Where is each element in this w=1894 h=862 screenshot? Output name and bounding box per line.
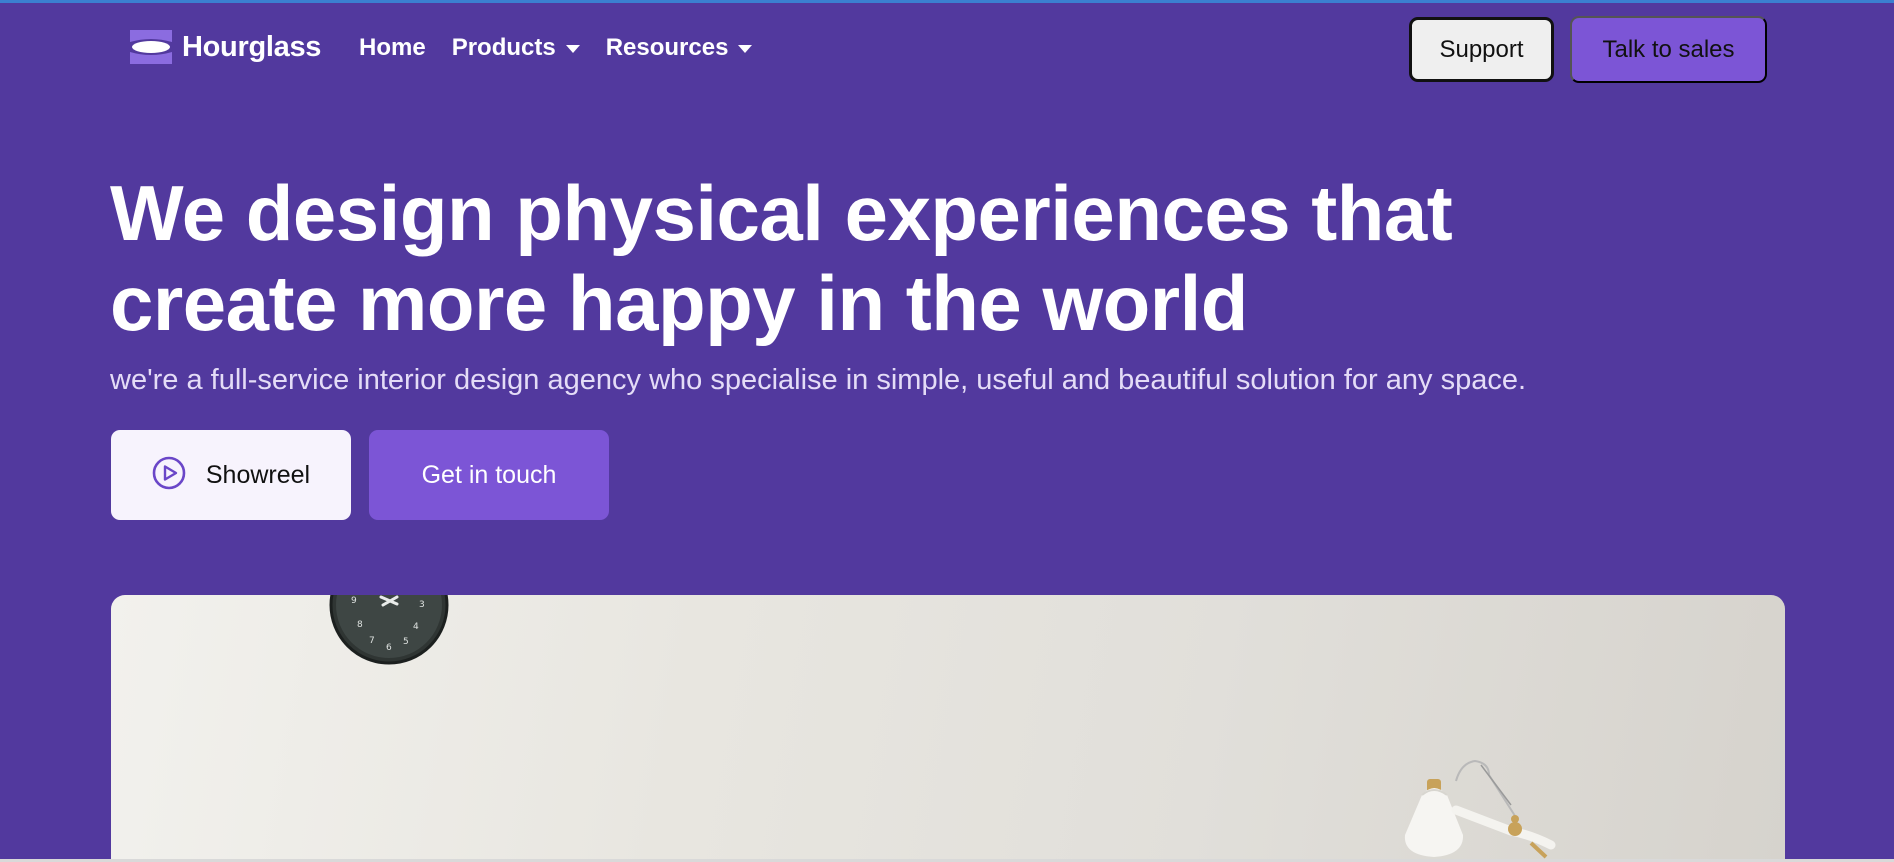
brand[interactable]: Hourglass <box>128 28 321 66</box>
support-button[interactable]: Support <box>1409 17 1554 82</box>
nav-links: Home Products Resources <box>359 34 778 62</box>
nav-link-home-label: Home <box>359 34 426 61</box>
nav-link-products-label: Products <box>451 34 556 61</box>
hero-title-line-1: We design physical experiences that <box>110 169 1453 257</box>
nav-link-products[interactable]: Products <box>452 34 580 62</box>
play-circle-icon <box>152 456 186 495</box>
showreel-label: Showreel <box>205 460 311 489</box>
svg-text:3: 3 <box>419 600 425 610</box>
hourglass-logo-icon <box>128 28 174 66</box>
svg-text:4: 4 <box>413 622 419 632</box>
svg-text:8: 8 <box>357 620 363 630</box>
desk-lamp <box>1404 759 1556 859</box>
showreel-button[interactable]: Showreel <box>111 430 351 520</box>
chevron-down-icon <box>738 45 753 53</box>
hero-image: 9 3 6 8 4 7 5 <box>111 595 1785 862</box>
nav-link-resources-label: Resources <box>605 34 729 61</box>
wall-clock: 9 3 6 8 4 7 5 <box>329 595 449 665</box>
hero-subtitle: we're a full-service interior design age… <box>110 364 1527 396</box>
svg-text:5: 5 <box>403 637 409 647</box>
svg-text:9: 9 <box>351 596 357 606</box>
brand-name: Hourglass <box>182 30 322 63</box>
talk-to-sales-button[interactable]: Talk to sales <box>1570 16 1767 83</box>
get-in-touch-button[interactable]: Get in touch <box>369 430 609 520</box>
svg-text:6: 6 <box>386 643 392 653</box>
svg-text:7: 7 <box>369 636 375 646</box>
top-navigation: Hourglass Home Products Resources Suppor… <box>0 0 1894 100</box>
hero-title: We design physical experiences that crea… <box>110 168 1610 348</box>
nav-link-resources[interactable]: Resources <box>606 34 753 62</box>
hero-title-line-2: create more happy in the world <box>110 259 1248 347</box>
chevron-down-icon <box>565 45 580 53</box>
nav-link-home[interactable]: Home <box>359 34 426 62</box>
